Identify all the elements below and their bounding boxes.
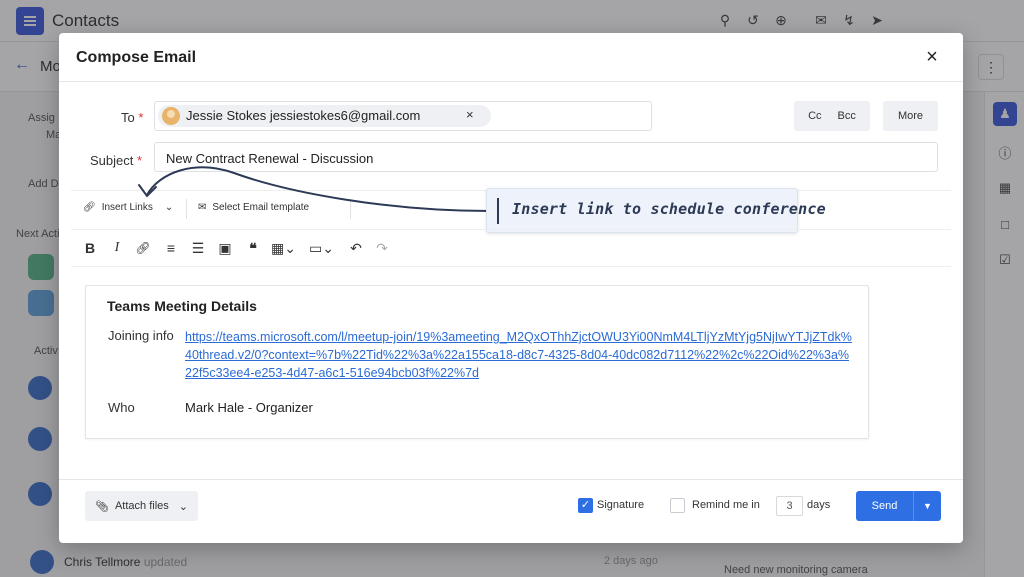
envelope-open-icon: ✉ bbox=[198, 202, 207, 213]
to-field[interactable]: Jessie Stokes jessiestokes6@gmail.com × bbox=[154, 101, 652, 131]
to-label: To * bbox=[121, 110, 143, 125]
subject-input[interactable]: New Contract Renewal - Discussion bbox=[154, 142, 938, 172]
who-label: Who bbox=[108, 400, 135, 415]
bullet-list-icon[interactable]: ≡ bbox=[162, 238, 180, 258]
redo-icon[interactable]: ↷ bbox=[373, 238, 391, 258]
remove-recipient-icon[interactable]: × bbox=[466, 107, 474, 122]
annotation-callout: Insert link to schedule conference bbox=[486, 188, 826, 233]
link-icon: 🔗︎ bbox=[83, 202, 96, 213]
required-mark: * bbox=[137, 153, 143, 168]
remind-days-input[interactable]: 3 bbox=[776, 496, 803, 516]
attach-label: Attach files bbox=[114, 500, 169, 512]
avatar bbox=[162, 107, 180, 125]
days-label: days bbox=[807, 499, 831, 511]
select-email-template-button[interactable]: ✉ Select Email template bbox=[198, 202, 309, 213]
modal-footer: 📎︎ Attach files ⌄ ✓ Signature Remind me … bbox=[59, 479, 963, 543]
chevron-down-icon: ⌄ bbox=[164, 202, 174, 213]
callout-text: Insert link to schedule conference bbox=[512, 200, 826, 218]
recipient-text: Jessie Stokes jessiestokes6@gmail.com bbox=[186, 108, 421, 123]
italic-icon[interactable]: I bbox=[108, 238, 126, 258]
subject-label: Subject * bbox=[90, 153, 142, 168]
meeting-link[interactable]: https://teams.microsoft.com/l/meetup-joi… bbox=[185, 328, 855, 382]
signature-label: Signature bbox=[597, 499, 645, 511]
video-icon[interactable]: ▭⌄ bbox=[309, 238, 334, 258]
callout-accent-bar bbox=[497, 198, 499, 224]
numbered-list-icon[interactable]: ☰ bbox=[189, 238, 207, 258]
divider bbox=[186, 199, 187, 219]
remind-label: Remind me in bbox=[692, 499, 760, 511]
paperclip-icon: 📎︎ bbox=[95, 500, 109, 513]
joining-info-label: Joining info bbox=[108, 328, 174, 343]
to-label-text: To bbox=[121, 110, 135, 125]
quote-icon[interactable]: ❝ bbox=[244, 238, 262, 258]
format-toolbar: B I 🔗︎ ≡ ☰ ▣ ❝ ▦⌄ ▭⌄ ↶ ↷ bbox=[71, 229, 951, 267]
image-icon[interactable]: ▣ bbox=[216, 238, 234, 258]
cc-bcc-group: Cc Bcc bbox=[794, 101, 870, 131]
send-button[interactable]: Send bbox=[856, 491, 913, 521]
select-template-label: Select Email template bbox=[212, 202, 310, 213]
link-icon[interactable]: 🔗︎ bbox=[134, 238, 152, 258]
email-body-editor[interactable]: Teams Meeting Details Joining info https… bbox=[85, 285, 869, 439]
subject-label-text: Subject bbox=[90, 153, 134, 168]
bold-icon[interactable]: B bbox=[81, 238, 99, 258]
signature-checkbox[interactable]: ✓ bbox=[578, 498, 593, 513]
compose-email-modal: Compose Email × To * Jessie Stokes jessi… bbox=[59, 33, 963, 543]
remind-checkbox[interactable] bbox=[670, 498, 685, 513]
attach-files-button[interactable]: 📎︎ Attach files ⌄ bbox=[85, 491, 198, 521]
send-options-chevron-icon[interactable]: ▼ bbox=[913, 491, 941, 521]
card-title: Teams Meeting Details bbox=[107, 298, 257, 314]
required-mark: * bbox=[138, 110, 144, 125]
more-button[interactable]: More bbox=[883, 101, 938, 131]
undo-icon[interactable]: ↶ bbox=[347, 238, 365, 258]
table-icon[interactable]: ▦⌄ bbox=[271, 238, 296, 258]
modal-title: Compose Email bbox=[76, 49, 197, 66]
divider bbox=[350, 199, 351, 219]
insert-links-label: Insert Links bbox=[101, 202, 153, 213]
insert-links-dropdown[interactable]: 🔗︎ Insert Links ⌄ bbox=[83, 202, 173, 213]
recipient-chip[interactable]: Jessie Stokes jessiestokes6@gmail.com × bbox=[158, 105, 491, 127]
cc-button[interactable]: Cc bbox=[808, 110, 821, 122]
chevron-down-icon: ⌄ bbox=[178, 500, 188, 513]
bcc-button[interactable]: Bcc bbox=[838, 110, 856, 122]
who-value: Mark Hale - Organizer bbox=[185, 400, 313, 415]
close-icon[interactable]: × bbox=[920, 46, 944, 70]
